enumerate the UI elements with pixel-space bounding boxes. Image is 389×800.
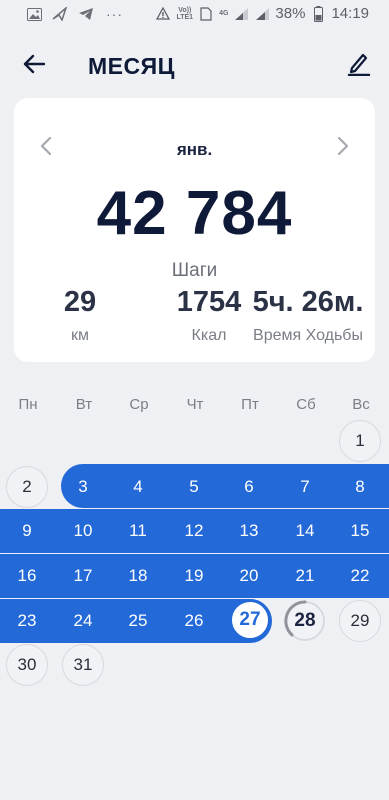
volte-label: Vo)) LTE1 (176, 6, 194, 21)
weekday-label: Вс (352, 396, 370, 413)
calendar-day[interactable]: 11 (117, 510, 159, 552)
calendar-day[interactable]: 18 (117, 555, 159, 597)
back-arrow-icon (23, 54, 46, 79)
image-icon (26, 6, 42, 22)
calendar-day[interactable]: 21 (284, 555, 326, 597)
more-notifications-dots: ··· (106, 6, 123, 22)
weekday-label: Вт (75, 396, 93, 413)
calendar-day[interactable]: 2 (6, 466, 48, 508)
calendar-day[interactable]: 26 (173, 600, 215, 642)
calendar-day[interactable]: 8 (339, 466, 381, 508)
page-title: МЕСЯЦ (88, 53, 175, 79)
summary-card: янв. 42 784 Шаги 29 км 1754 Ккал 5ч. 26м… (14, 98, 375, 362)
calendar-day[interactable]: 16 (6, 555, 48, 597)
calendar-day[interactable]: 10 (62, 510, 104, 552)
calendar-day[interactable]: 5 (173, 466, 215, 508)
calendar-day[interactable]: 31 (62, 644, 104, 686)
weekday-label: Пт (241, 396, 259, 413)
stat-value: 1754 (176, 286, 242, 318)
weekday-label: Сб (296, 396, 316, 413)
stat-calories: 1754 Ккал (154, 286, 264, 345)
calendar-day-number: 28 (294, 610, 316, 631)
battery-percent: 38% (275, 5, 306, 22)
weekday-label: Ср (129, 396, 149, 413)
next-month-button[interactable] (331, 136, 355, 160)
calendar-day[interactable]: 12 (173, 510, 215, 552)
telegram-icon (78, 6, 94, 22)
edit-button[interactable] (343, 48, 375, 82)
chevron-right-icon (337, 136, 349, 161)
battery-icon (310, 5, 326, 22)
warning-icon (155, 6, 171, 22)
total-steps: 42 784 (96, 179, 293, 248)
calendar-day[interactable]: 24 (62, 600, 104, 642)
calendar-day[interactable]: 23 (6, 600, 48, 642)
steps-label: Шаги (171, 260, 218, 281)
calendar-day[interactable]: 1 (339, 420, 381, 462)
bird-icon (52, 6, 68, 22)
calendar-day[interactable]: 3 (62, 466, 104, 508)
sim-icon (198, 6, 214, 22)
clock: 14:19 (331, 5, 369, 22)
calendar-day[interactable]: 9 (6, 510, 48, 552)
calendar-day[interactable]: 19 (173, 555, 215, 597)
network-type-label: 4G (219, 10, 229, 17)
calendar-day[interactable]: 15 (339, 510, 381, 552)
calendar-day[interactable]: 14 (284, 510, 326, 552)
calendar-day[interactable]: 4 (117, 466, 159, 508)
app-header: МЕСЯЦ (0, 40, 389, 90)
status-bar: ··· Vo)) LTE1 4G 38% 14:19 (0, 0, 389, 30)
stat-label: Ккал (191, 327, 227, 344)
calendar-day-today[interactable]: 27 (229, 599, 271, 641)
signal-icon (233, 6, 249, 22)
stat-distance: 29 км (50, 286, 110, 345)
stat-label: Время Ходьбы (253, 327, 363, 344)
calendar-day[interactable]: 17 (62, 555, 104, 597)
back-button[interactable] (18, 50, 50, 82)
stat-value: 5ч. 26м. (252, 286, 364, 318)
stat-label: км (71, 327, 89, 344)
pencil-icon (347, 50, 371, 81)
calendar-day[interactable]: 7 (284, 466, 326, 508)
stat-walking-time: 5ч. 26м. Время Ходьбы (250, 286, 366, 345)
weekday-label: Чт (186, 396, 204, 413)
calendar-day[interactable]: 6 (228, 466, 270, 508)
month-label: янв. (176, 140, 213, 159)
calendar-day[interactable]: 25 (117, 600, 159, 642)
calendar-day[interactable]: 30 (6, 644, 48, 686)
calendar-day[interactable]: 22 (339, 555, 381, 597)
stat-value: 29 (63, 286, 97, 318)
weekday-header: Пн Вт Ср Чт Пт Сб Вс (0, 396, 389, 420)
calendar-day[interactable]: 20 (228, 555, 270, 597)
calendar-day[interactable]: 13 (228, 510, 270, 552)
weekday-label: Пн (18, 396, 38, 413)
calendar-day-in-progress[interactable]: 28 (284, 600, 326, 642)
calendar-day[interactable]: 29 (339, 600, 381, 642)
signal-icon-2 (254, 6, 270, 22)
